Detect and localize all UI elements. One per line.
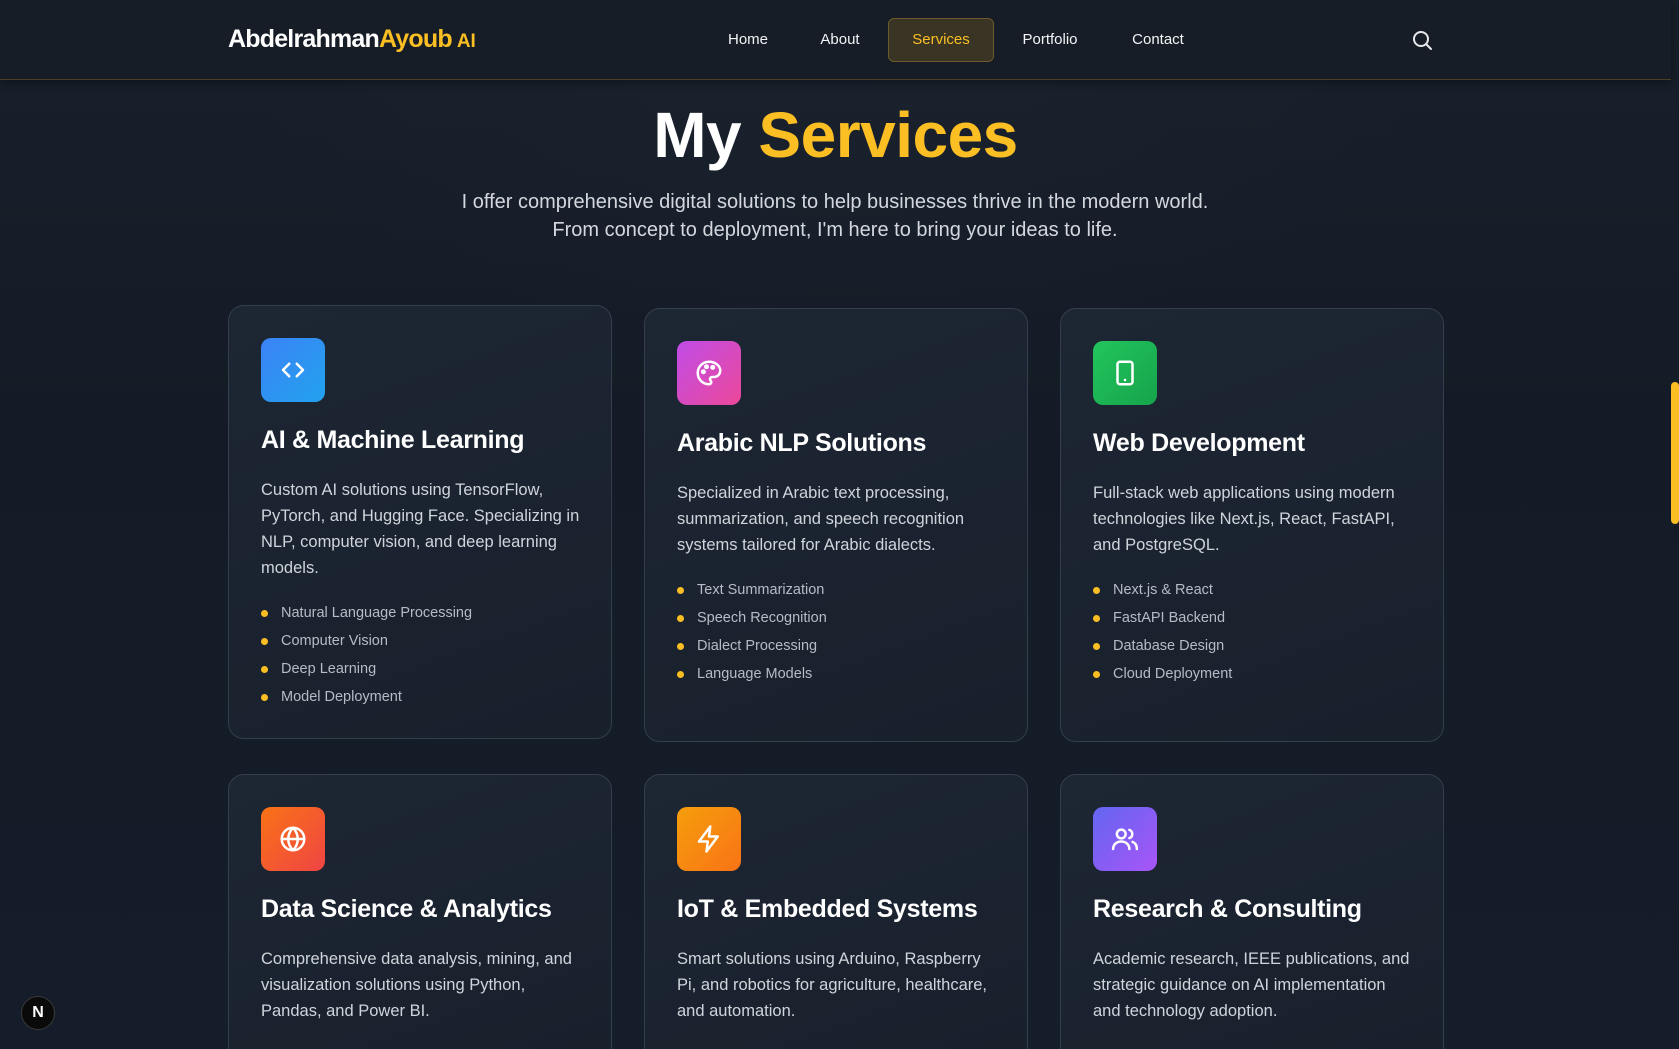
palette-icon (677, 341, 741, 405)
service-title: Research & Consulting (1093, 895, 1362, 923)
search-icon[interactable] (1410, 28, 1434, 52)
feature-list: Next.js & React FastAPI Backend Database… (1093, 576, 1232, 688)
feature-list: Natural Language Processing Computer Vis… (261, 599, 472, 711)
feature-item: Natural Language Processing (261, 599, 472, 627)
bullet-dot-icon (677, 671, 684, 678)
feature-item: Deep Learning (261, 655, 472, 683)
bullet-dot-icon (677, 587, 684, 594)
feature-item: Dialect Processing (677, 632, 827, 660)
feature-item: Cloud Deployment (1093, 660, 1232, 688)
service-card-ai-ml[interactable]: AI & Machine Learning Custom AI solution… (228, 305, 612, 739)
service-title: Web Development (1093, 429, 1305, 457)
bullet-dot-icon (261, 694, 268, 701)
service-card-research[interactable]: Research & Consulting Academic research,… (1060, 774, 1444, 1049)
bullet-dot-icon (261, 610, 268, 617)
bullet-dot-icon (261, 666, 268, 673)
bullet-dot-icon (677, 615, 684, 622)
feature-item: Language Models (677, 660, 827, 688)
scrollbar-thumb[interactable] (1671, 382, 1679, 524)
feature-item: Text Summarization (677, 576, 827, 604)
service-title: Data Science & Analytics (261, 895, 552, 923)
nextjs-dev-badge[interactable]: N (21, 996, 55, 1030)
bullet-dot-icon (677, 643, 684, 650)
bullet-dot-icon (1093, 671, 1100, 678)
feature-item: FastAPI Backend (1093, 604, 1232, 632)
lightning-icon (677, 807, 741, 871)
service-description: Custom AI solutions using TensorFlow, Py… (261, 481, 580, 577)
nav-item-home[interactable]: Home (712, 18, 784, 62)
page-subtitle: I offer comprehensive digital solutions … (461, 191, 1209, 241)
service-card-iot[interactable]: IoT & Embedded Systems Smart solutions u… (644, 774, 1028, 1049)
feature-item: Model Deployment (261, 683, 472, 711)
service-description: Academic research, IEEE publications, an… (1093, 950, 1410, 1020)
tablet-icon (1093, 341, 1157, 405)
title-white: My (653, 99, 742, 171)
service-card-data-science[interactable]: Data Science & Analytics Comprehensive d… (228, 774, 612, 1049)
nav-item-portfolio[interactable]: Portfolio (1010, 18, 1090, 62)
code-icon (261, 338, 325, 402)
feature-item: Database Design (1093, 632, 1232, 660)
service-card-web-dev[interactable]: Web Development Full-stack web applicati… (1060, 308, 1444, 742)
service-description: Smart solutions using Arduino, Raspberry… (677, 950, 987, 1020)
nav-item-services[interactable]: Services (888, 18, 994, 62)
bullet-dot-icon (261, 638, 268, 645)
feature-item: Computer Vision (261, 627, 472, 655)
service-description: Full-stack web applications using modern… (1093, 484, 1395, 554)
globe-icon (261, 807, 325, 871)
bullet-dot-icon (1093, 587, 1100, 594)
service-card-arabic-nlp[interactable]: Arabic NLP Solutions Specialized in Arab… (644, 308, 1028, 742)
navbar: AbdelrahmanAyoub AI Home About Services P… (0, 0, 1671, 80)
service-title: AI & Machine Learning (261, 426, 525, 454)
nav-item-contact[interactable]: Contact (1122, 18, 1194, 62)
service-description: Specialized in Arabic text processing, s… (677, 484, 965, 554)
bullet-dot-icon (1093, 615, 1100, 622)
service-title: IoT & Embedded Systems (677, 895, 978, 923)
title-accent: Services (758, 99, 1018, 171)
page-title: My Services (0, 98, 1671, 172)
bullet-dot-icon (1093, 643, 1100, 650)
feature-item: Next.js & React (1093, 576, 1232, 604)
service-description: Comprehensive data analysis, mining, and… (261, 950, 572, 1020)
feature-item: Speech Recognition (677, 604, 827, 632)
users-icon (1093, 807, 1157, 871)
feature-list: Text Summarization Speech Recognition Di… (677, 576, 827, 688)
nav-item-about[interactable]: About (805, 18, 875, 62)
service-title: Arabic NLP Solutions (677, 429, 927, 457)
